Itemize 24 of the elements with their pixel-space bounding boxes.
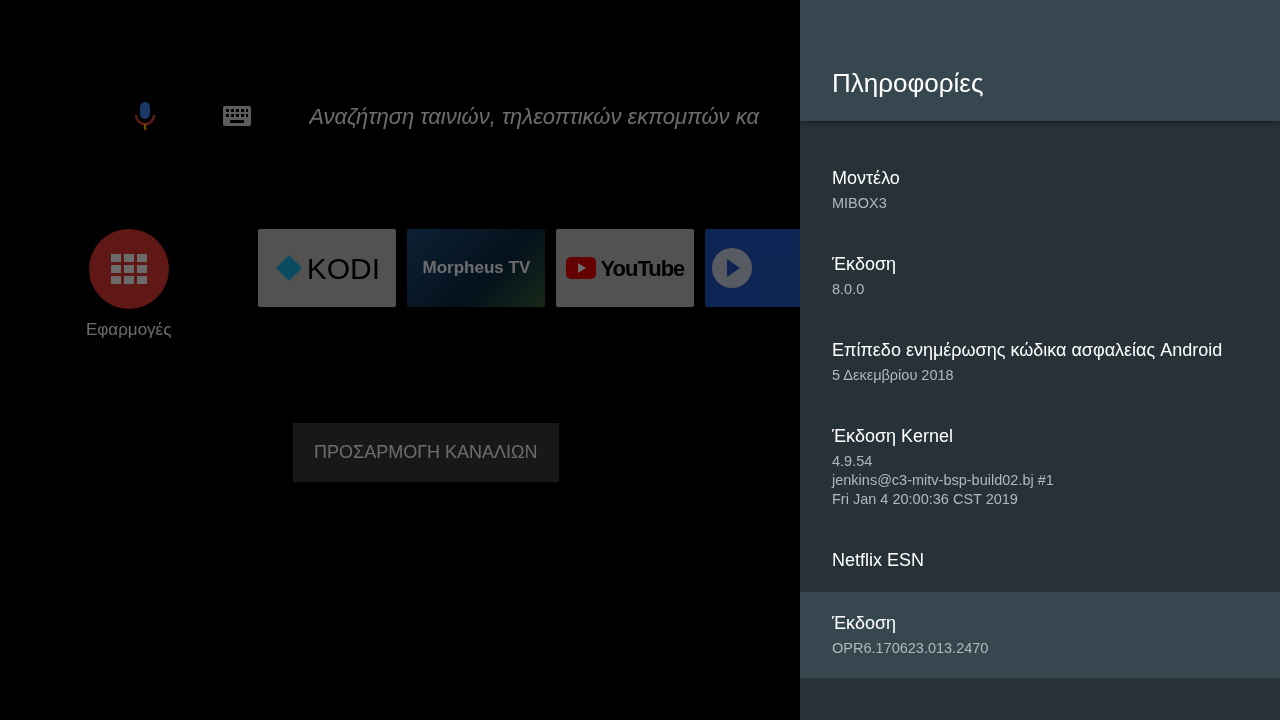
- item-value: 8.0.0: [832, 280, 866, 299]
- item-title: Έκδοση Kernel: [832, 425, 955, 448]
- play-icon: [566, 257, 597, 279]
- item-title: Έκδοση: [832, 612, 898, 635]
- microphone-icon[interactable]: [133, 101, 157, 131]
- keyboard-icon[interactable]: [223, 106, 252, 126]
- item-value: OPR6.170623.013.2470: [832, 639, 990, 658]
- item-value: 5 Δεκεμβρίου 2018: [832, 366, 955, 385]
- info-item[interactable]: Επίπεδο ενημέρωσης κώδικα ασφαλείας Android 5 Δεκεμβρίου 2018: [800, 319, 1280, 405]
- apps-label: Εφαρμογές: [86, 319, 172, 341]
- play-icon: [711, 247, 754, 289]
- item-value: 4.9.54 jenkins@c3-mitv-bsp-build02.bj #1 Fri Jan 4 20:00:36 CST 2019: [832, 452, 1055, 509]
- info-item[interactable]: Έκδοση OPR6.170623.013.2470: [800, 592, 1280, 678]
- panel-title: Πληροφορίες: [800, 0, 1280, 121]
- item-title: Έκδοση: [832, 253, 898, 276]
- info-item[interactable]: Netflix ESN: [800, 529, 1280, 592]
- info-item[interactable]: Μοντέλο MIBOX3: [800, 147, 1280, 233]
- item-title: Μοντέλο: [832, 167, 901, 190]
- item-value: MIBOX3: [832, 194, 888, 213]
- info-item[interactable]: Έκδοση Kernel 4.9.54 jenkins@c3-mitv-bsp-build02.bj #1 Fri Jan 4 20:00:36 CST 2019: [800, 405, 1280, 529]
- item-title: Επίπεδο ενημέρωσης κώδικα ασφαλείας Android: [832, 339, 1224, 362]
- grid-icon: [110, 254, 147, 284]
- item-title: Netflix ESN: [832, 549, 926, 572]
- info-item[interactable]: Έκδοση 8.0.0: [800, 233, 1280, 319]
